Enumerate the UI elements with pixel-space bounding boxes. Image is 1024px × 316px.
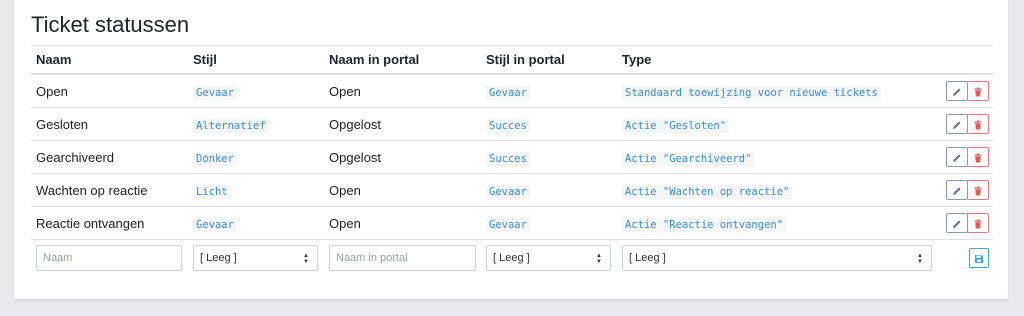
trash-icon bbox=[974, 87, 982, 97]
cell-naam: Open bbox=[31, 74, 188, 108]
row-actions bbox=[933, 74, 993, 108]
new-status-row: [ Leeg ] ▲▼ [ Leeg ] ▲▼ [ Leeg ] bbox=[31, 240, 993, 277]
naam-in-portal-input[interactable] bbox=[329, 245, 476, 271]
column-header-stijl: Stijl bbox=[188, 45, 324, 75]
edit-button[interactable] bbox=[946, 114, 968, 134]
page-title: Ticket statussen bbox=[31, 12, 190, 37]
cell-stijl: Gevaar bbox=[193, 217, 237, 232]
cell-naam: Reactie ontvangen bbox=[31, 206, 188, 240]
floppy-disk-icon bbox=[975, 254, 983, 263]
table-row: Gesloten Alternatief Opgelost Succes Act… bbox=[31, 107, 993, 141]
cell-stijl-in-portal: Gevaar bbox=[486, 85, 530, 100]
trash-icon bbox=[974, 219, 982, 229]
cell-naam-in-portal: Opgelost bbox=[324, 107, 481, 141]
cell-naam-in-portal: Open bbox=[324, 74, 481, 108]
cell-stijl: Gevaar bbox=[193, 85, 237, 100]
cell-stijl: Alternatief bbox=[193, 118, 269, 133]
pencil-icon bbox=[953, 186, 961, 195]
table-row: Gearchiveerd Donker Opgelost Succes Acti… bbox=[31, 140, 993, 174]
type-select[interactable]: [ Leeg ] ▲ ▼ bbox=[622, 245, 932, 271]
edit-button[interactable] bbox=[946, 180, 968, 200]
row-actions bbox=[933, 173, 993, 207]
up-down-caret-icon: ▲ ▼ bbox=[596, 253, 602, 265]
row-actions bbox=[933, 140, 993, 174]
delete-button[interactable] bbox=[967, 147, 989, 167]
cell-type: Actie "Gesloten" bbox=[622, 118, 730, 133]
pencil-icon bbox=[953, 219, 961, 228]
up-down-caret-icon: ▲ ▼ bbox=[303, 253, 309, 265]
cell-type: Actie "Wachten op reactie" bbox=[622, 184, 793, 199]
trash-icon bbox=[974, 120, 982, 130]
ticket-status-panel: Ticket statussen Naam Stijl Naam in port… bbox=[14, 0, 1008, 300]
row-actions bbox=[933, 107, 993, 141]
cell-stijl: Licht bbox=[193, 184, 231, 199]
trash-icon bbox=[974, 186, 982, 196]
up-down-caret-icon: ▲ ▼ bbox=[917, 253, 923, 265]
column-header-actions bbox=[933, 45, 993, 75]
save-button[interactable] bbox=[969, 248, 989, 268]
cell-naam-in-portal: Open bbox=[324, 173, 481, 207]
stijl-in-portal-select[interactable]: [ Leeg ] ▲ ▼ bbox=[486, 245, 611, 271]
cell-naam-in-portal: Opgelost bbox=[324, 140, 481, 174]
trash-icon bbox=[974, 153, 982, 163]
cell-stijl-in-portal: Gevaar bbox=[486, 217, 530, 232]
pencil-icon bbox=[953, 153, 961, 162]
cell-stijl-in-portal: Succes bbox=[486, 118, 530, 133]
cell-type: Standaard toewijzing voor nieuwe tickets bbox=[622, 85, 881, 100]
cell-naam: Gesloten bbox=[31, 107, 188, 141]
cell-naam: Wachten op reactie bbox=[31, 173, 188, 207]
stijl-select[interactable]: [ Leeg ] ▲ ▼ bbox=[193, 245, 318, 271]
table-row: Reactie ontvangen Gevaar Open Gevaar Act… bbox=[31, 206, 993, 240]
edit-button[interactable] bbox=[946, 147, 968, 167]
naam-input[interactable] bbox=[36, 245, 182, 271]
table-header-row: Naam Stijl Naam in portal Stijl in porta… bbox=[31, 45, 993, 75]
cell-stijl: Donker bbox=[193, 151, 237, 166]
stijl-in-portal-select-value: [ Leeg ] bbox=[493, 252, 530, 264]
cell-stijl-in-portal: Succes bbox=[486, 151, 530, 166]
row-actions bbox=[933, 206, 993, 240]
edit-button[interactable] bbox=[946, 213, 968, 233]
table-row: Wachten op reactie Licht Open Gevaar Act… bbox=[31, 173, 993, 207]
type-select-value: [ Leeg ] bbox=[629, 252, 666, 264]
delete-button[interactable] bbox=[967, 81, 989, 101]
column-header-naam-in-portal: Naam in portal bbox=[324, 45, 481, 75]
pencil-icon bbox=[953, 120, 961, 129]
column-header-naam: Naam bbox=[31, 45, 188, 75]
cell-type: Actie "Gearchiveerd" bbox=[622, 151, 755, 166]
edit-button[interactable] bbox=[946, 81, 968, 101]
delete-button[interactable] bbox=[967, 114, 989, 134]
cell-naam: Gearchiveerd bbox=[31, 140, 188, 174]
delete-button[interactable] bbox=[967, 180, 989, 200]
stijl-select-value: [ Leeg ] bbox=[200, 252, 237, 264]
column-header-type: Type bbox=[617, 45, 933, 75]
table-row: Open Gevaar Open Gevaar Standaard toewij… bbox=[31, 74, 993, 108]
delete-button[interactable] bbox=[967, 213, 989, 233]
status-table: Naam Stijl Naam in portal Stijl in porta… bbox=[31, 45, 993, 276]
column-header-stijl-in-portal: Stijl in portal bbox=[481, 45, 617, 75]
cell-type: Actie "Reactie ontvangen" bbox=[622, 217, 787, 232]
cell-naam-in-portal: Open bbox=[324, 206, 481, 240]
cell-stijl-in-portal: Gevaar bbox=[486, 184, 530, 199]
pencil-icon bbox=[953, 87, 961, 96]
